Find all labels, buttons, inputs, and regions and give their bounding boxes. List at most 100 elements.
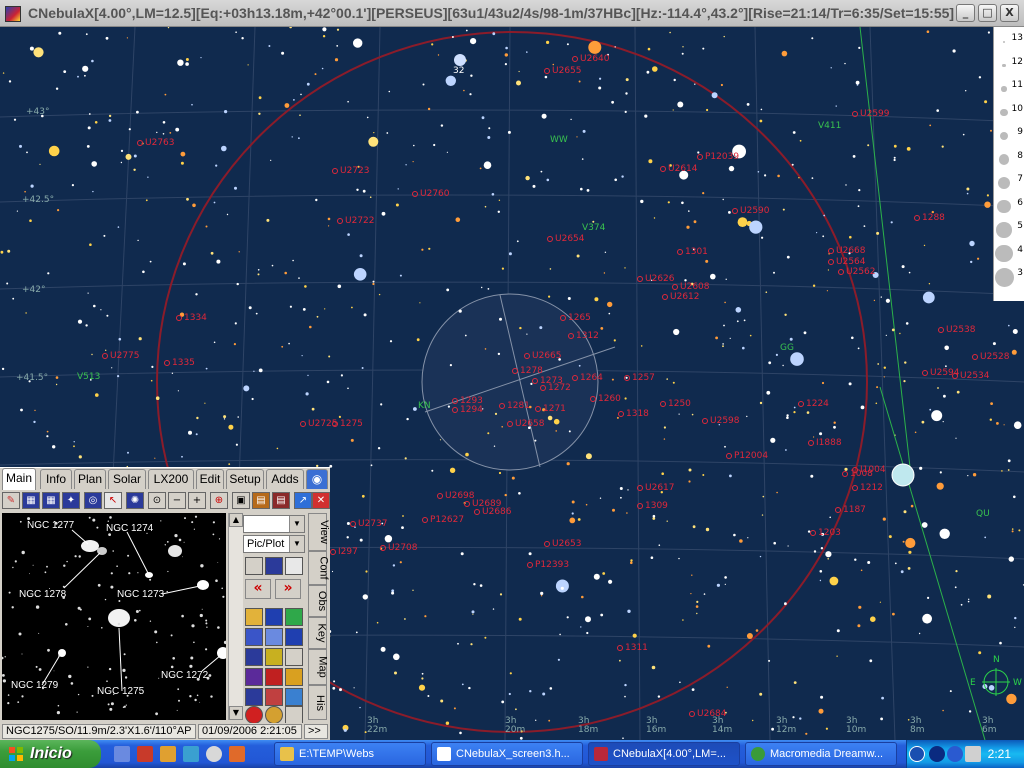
- sky-object-label[interactable]: 1312: [576, 331, 599, 341]
- object-photo[interactable]: NGC 1277 NGC 1274 NGC 1278 NGC 1273 NGC …: [2, 513, 226, 720]
- flag-icon[interactable]: [265, 668, 283, 686]
- sky-object-label[interactable]: I297: [338, 547, 358, 557]
- quicklaunch-tool-icon[interactable]: [229, 746, 245, 762]
- find-icon[interactable]: ⊙: [148, 492, 166, 509]
- panel-close-icon[interactable]: ✕: [312, 492, 330, 509]
- sky-object-label[interactable]: 1187: [843, 505, 866, 515]
- chevron-down-icon[interactable]: ▼: [289, 516, 304, 532]
- galaxy-marker[interactable]: [810, 530, 816, 536]
- galaxy-marker[interactable]: [164, 360, 170, 366]
- galaxy-marker[interactable]: [637, 276, 643, 282]
- sky-object-label[interactable]: U2626: [645, 274, 675, 284]
- galaxy-marker[interactable]: [660, 166, 666, 172]
- galaxy-marker[interactable]: [702, 418, 708, 424]
- quicklaunch-explorer-icon[interactable]: [183, 746, 199, 762]
- sky-object-label[interactable]: U2598: [710, 416, 740, 426]
- sky-object-label[interactable]: U2658: [515, 419, 545, 429]
- mosaic-icon[interactable]: [245, 668, 263, 686]
- galaxy-marker[interactable]: [617, 645, 623, 651]
- vtab-key[interactable]: Key: [308, 617, 327, 649]
- sky-object-label[interactable]: U2590: [740, 206, 770, 216]
- clock-icon[interactable]: [285, 608, 303, 626]
- galaxy-marker[interactable]: [938, 327, 944, 333]
- print-icon[interactable]: [245, 557, 263, 575]
- sky-object-label[interactable]: U2684: [697, 709, 727, 719]
- sky-object-label[interactable]: U2528: [980, 352, 1010, 362]
- galaxy-marker[interactable]: [412, 191, 418, 197]
- sky-object-label[interactable]: U2594: [930, 368, 960, 378]
- sky-object-label[interactable]: P12039: [705, 152, 739, 162]
- sky-object-label[interactable]: U2562: [846, 267, 876, 277]
- tab-adds[interactable]: Adds: [266, 469, 304, 489]
- vtab-view[interactable]: View: [308, 513, 330, 551]
- tray-expand-icon[interactable]: [909, 746, 925, 762]
- sky-object-label[interactable]: U2564: [836, 257, 866, 267]
- tab-extra-icon[interactable]: ◉: [306, 469, 328, 489]
- sky-object-label[interactable]: P12004: [734, 451, 768, 461]
- scroll-up-arrow[interactable]: ▲: [229, 513, 243, 527]
- sky-object-label[interactable]: U2617: [645, 483, 675, 493]
- sky-object-label[interactable]: KN: [418, 401, 431, 411]
- galaxy-marker[interactable]: [544, 541, 550, 547]
- task-dreamweaver[interactable]: Macromedia Dreamw...: [745, 742, 897, 766]
- sky-object-label[interactable]: 32: [453, 66, 464, 76]
- galaxy-marker[interactable]: [835, 507, 841, 513]
- galaxy-marker[interactable]: [732, 208, 738, 214]
- sky-object-label[interactable]: V374: [582, 223, 605, 233]
- sky-object-label[interactable]: U2722: [345, 216, 375, 226]
- export-icon[interactable]: ↗: [294, 492, 312, 509]
- tray-network-icon[interactable]: [929, 746, 945, 762]
- galaxy-marker[interactable]: [672, 284, 678, 290]
- sky-object-label[interactable]: 1278: [520, 366, 543, 376]
- catalog-icon[interactable]: ▤: [272, 492, 290, 509]
- sky-object-label[interactable]: I1888: [816, 438, 842, 448]
- galaxy-marker[interactable]: [527, 562, 533, 568]
- sky-object-label[interactable]: U2737: [358, 519, 388, 529]
- quicklaunch-media-icon[interactable]: [137, 746, 153, 762]
- tray-app-icon[interactable]: [947, 746, 963, 762]
- sky-object-label[interactable]: 1260: [598, 394, 621, 404]
- sky-object-label[interactable]: V513: [77, 372, 100, 382]
- galaxy-marker[interactable]: [330, 549, 336, 555]
- close-button[interactable]: X: [1000, 4, 1019, 22]
- sky-object-label[interactable]: U2763: [145, 138, 175, 148]
- zoom-out-icon[interactable]: −: [168, 492, 186, 509]
- sky-object-label[interactable]: 1257: [632, 373, 655, 383]
- galaxy-marker[interactable]: [547, 236, 553, 242]
- galaxy-marker[interactable]: [544, 68, 550, 74]
- task-explorer[interactable]: E:\TEMP\Webs: [274, 742, 426, 766]
- next-button[interactable]: »: [275, 579, 301, 599]
- sky-object-label[interactable]: U2708: [388, 543, 418, 553]
- sky-object-label[interactable]: 1334: [184, 313, 207, 323]
- tab-plan[interactable]: Plan: [74, 469, 106, 489]
- galaxy-marker[interactable]: [572, 56, 578, 62]
- galaxy-marker[interactable]: [137, 140, 143, 146]
- grid-icon[interactable]: [265, 608, 283, 626]
- select-icon[interactable]: [245, 628, 263, 646]
- sky-object-label[interactable]: 1264: [580, 373, 603, 383]
- galaxy-marker[interactable]: [660, 401, 666, 407]
- galaxy-marker[interactable]: [808, 440, 814, 446]
- app-icon[interactable]: [5, 6, 21, 22]
- sky-object-label[interactable]: P12627: [430, 515, 464, 525]
- sky-object-label[interactable]: U2725: [308, 419, 338, 429]
- galaxy-marker[interactable]: [697, 154, 703, 160]
- sky-object-label[interactable]: WW: [550, 135, 568, 145]
- sky-object-label[interactable]: U2654: [555, 234, 585, 244]
- expand-button[interactable]: >>: [304, 724, 328, 739]
- tab-solar[interactable]: Solar: [108, 469, 146, 489]
- catalog-dropdown[interactable]: ▼: [243, 515, 305, 533]
- zoom-reset-icon[interactable]: ⊕: [210, 492, 228, 509]
- tab-lx200[interactable]: LX200: [148, 469, 194, 489]
- book-icon[interactable]: ▤: [252, 492, 270, 509]
- vtab-obs[interactable]: Obs: [308, 585, 328, 617]
- sky-object-label[interactable]: 1281: [507, 401, 530, 411]
- quicklaunch-cd-icon[interactable]: [206, 746, 222, 762]
- galaxy-marker[interactable]: [464, 501, 470, 507]
- sky-object-label[interactable]: U2614: [668, 164, 698, 174]
- photo-scrollbar[interactable]: ▲ ▼: [228, 513, 243, 720]
- galaxy-marker[interactable]: [798, 401, 804, 407]
- galaxy-marker[interactable]: [689, 711, 695, 717]
- chevron-down-icon[interactable]: ▼: [289, 536, 304, 552]
- pin-icon[interactable]: ✎: [2, 492, 20, 509]
